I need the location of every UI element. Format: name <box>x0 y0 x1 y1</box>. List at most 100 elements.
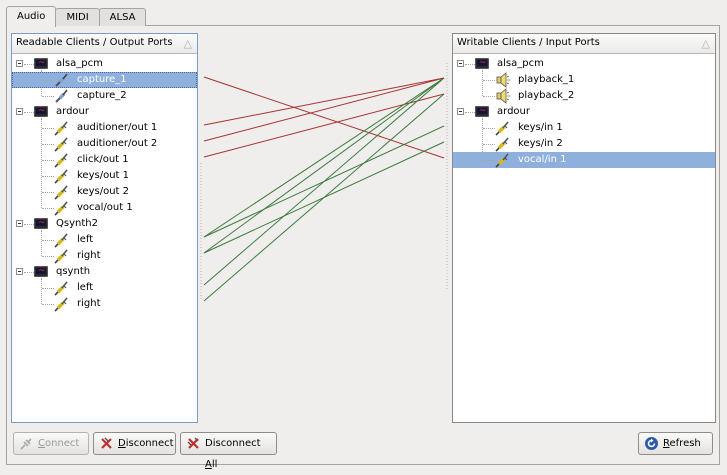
tree-line <box>24 112 34 113</box>
refresh-icon <box>645 437 658 450</box>
tab-midi[interactable]: MIDI <box>55 8 100 26</box>
collapse-icon[interactable] <box>16 60 23 67</box>
disconnect-label-key: D <box>118 438 126 449</box>
collapse-icon[interactable] <box>16 220 23 227</box>
disconnect-all-button[interactable]: Disconnect All <box>180 432 277 470</box>
connect-label-key: C <box>38 438 45 449</box>
port-row[interactable]: keys/in 1 <box>453 120 715 136</box>
port-name: keys/in 1 <box>518 122 563 133</box>
sort-arrow-icon[interactable]: △ <box>702 35 710 53</box>
port-row[interactable]: auditioner/out 2 <box>12 136 197 152</box>
connect-label-post: onnect <box>44 438 80 449</box>
port-row[interactable]: vocal/out 1 <box>12 200 197 216</box>
client-row[interactable]: ardour <box>12 103 197 120</box>
port-name: right <box>77 250 101 261</box>
client-name: alsa_pcm <box>56 58 103 69</box>
disconnect-button[interactable]: Disconnect <box>93 432 176 455</box>
port-row[interactable]: keys/out 1 <box>12 168 197 184</box>
port-name: playback_2 <box>518 90 575 101</box>
port-row[interactable]: keys/in 2 <box>453 136 715 152</box>
collapse-icon[interactable] <box>457 108 464 115</box>
tab-audio[interactable]: Audio <box>6 6 57 27</box>
audio-plug-icon <box>495 153 509 168</box>
port-name: auditioner/out 2 <box>77 138 158 149</box>
tree-line <box>465 112 475 113</box>
tree-line <box>24 272 34 273</box>
port-row[interactable]: capture_2 <box>12 88 197 104</box>
audio-plug-icon <box>495 137 509 152</box>
tab-alsa[interactable]: ALSA <box>98 8 147 26</box>
client-name: qsynth <box>56 266 91 277</box>
client-app-icon <box>34 215 48 231</box>
speaker-icon <box>496 88 510 104</box>
port-row[interactable]: left <box>12 232 197 248</box>
connect-button[interactable]: Connect <box>13 432 89 455</box>
client-row[interactable]: alsa_pcm <box>453 55 715 72</box>
port-row[interactable]: left <box>12 280 197 296</box>
port-name: keys/out 2 <box>77 186 130 197</box>
audio-plug-icon <box>54 297 68 312</box>
client-name: ardour <box>56 106 89 117</box>
collapse-icon[interactable] <box>16 268 23 275</box>
port-row[interactable]: right <box>12 296 197 312</box>
refresh-button[interactable]: Refresh <box>638 432 713 455</box>
port-name: right <box>77 298 101 309</box>
sort-arrow-icon[interactable]: △ <box>184 35 192 53</box>
speaker-icon <box>496 72 510 88</box>
client-row[interactable]: ardour <box>453 103 715 120</box>
disconnect-all-label-post: ll <box>211 459 218 470</box>
port-row[interactable]: playback_1 <box>453 72 715 88</box>
client-app-icon <box>34 103 48 119</box>
audio-plug-icon <box>495 121 509 136</box>
port-name: click/out 1 <box>77 154 129 165</box>
tree-line <box>465 64 475 65</box>
tree-line <box>24 64 34 65</box>
refresh-label-post: efresh <box>669 438 701 449</box>
readable-clients-header[interactable]: Readable Clients / Output Ports △ <box>12 34 197 54</box>
port-name: capture_1 <box>77 74 127 85</box>
disconnect-all-label-key: A <box>205 459 212 470</box>
collapse-icon[interactable] <box>16 108 23 115</box>
client-row[interactable]: Qsynth2 <box>12 215 197 232</box>
audio-plug-icon <box>54 281 68 296</box>
client-row[interactable]: qsynth <box>12 263 197 280</box>
disconnect-label-post: isconnect <box>125 438 174 449</box>
disconnect-all-label-pre: Disconnect <box>205 438 261 449</box>
plug-icon <box>20 438 32 450</box>
disconnect-icon <box>101 437 112 449</box>
disconnect-all-icon <box>187 437 199 449</box>
client-name: ardour <box>497 106 530 117</box>
port-row[interactable]: vocal/in 1 <box>453 152 715 168</box>
writable-clients-panel[interactable]: Writable Clients / Input Ports △ alsa_pc… <box>452 33 716 423</box>
tree-line <box>24 224 34 225</box>
port-row[interactable]: capture_1 <box>12 72 197 88</box>
audio-plug-icon <box>54 169 68 184</box>
audio-plug-icon <box>54 249 68 264</box>
audio-plug-icon <box>54 121 68 136</box>
audio-plug-icon <box>54 153 68 168</box>
port-name: keys/in 2 <box>518 138 563 149</box>
connections-view[interactable] <box>198 60 453 320</box>
microphone-plug-icon <box>55 89 68 103</box>
audio-plug-icon <box>54 233 68 248</box>
readable-clients-panel[interactable]: Readable Clients / Output Ports △ alsa_p… <box>11 33 198 423</box>
port-row[interactable]: auditioner/out 1 <box>12 120 197 136</box>
port-name: keys/out 1 <box>77 170 130 181</box>
collapse-icon[interactable] <box>457 60 464 67</box>
port-name: left <box>77 282 94 293</box>
readable-clients-header-label: Readable Clients / Output Ports <box>16 37 173 48</box>
port-name: playback_1 <box>518 74 575 85</box>
client-app-icon <box>34 263 48 279</box>
port-name: vocal/in 1 <box>518 154 567 165</box>
port-name: capture_2 <box>77 90 127 101</box>
client-row[interactable]: alsa_pcm <box>12 55 197 72</box>
audio-plug-icon <box>54 201 68 216</box>
port-row[interactable]: playback_2 <box>453 88 715 104</box>
port-row[interactable]: keys/out 2 <box>12 184 197 200</box>
port-row[interactable]: right <box>12 248 197 264</box>
port-row[interactable]: click/out 1 <box>12 152 197 168</box>
port-name: left <box>77 234 94 245</box>
writable-clients-header-label: Writable Clients / Input Ports <box>457 37 600 48</box>
writable-clients-header[interactable]: Writable Clients / Input Ports △ <box>453 34 715 54</box>
connection-line <box>203 77 445 254</box>
